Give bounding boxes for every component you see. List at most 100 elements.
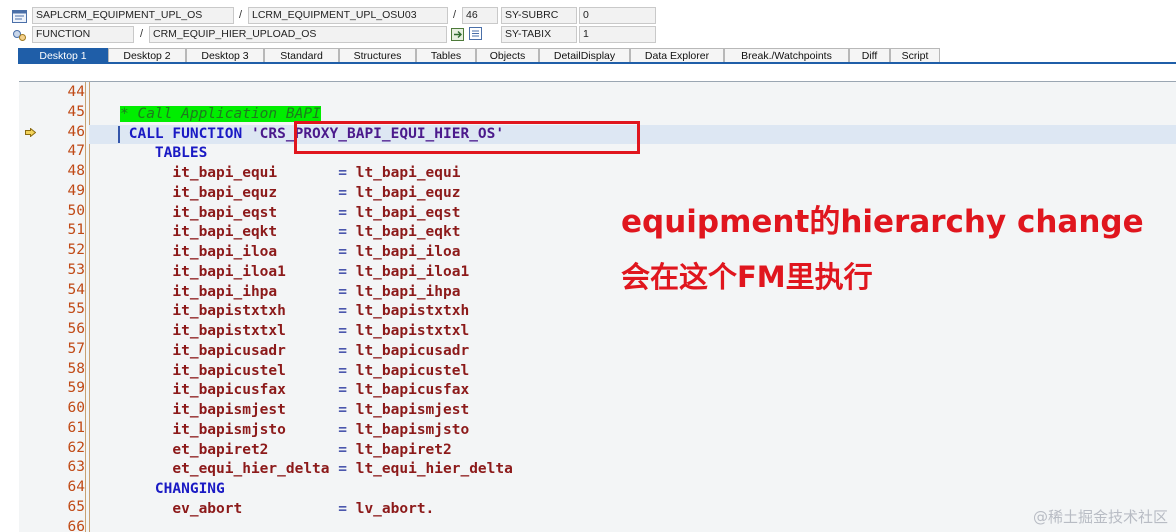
- tab-desktop-3[interactable]: Desktop 3: [186, 48, 264, 63]
- code-token-eq: =: [338, 342, 356, 359]
- code-token-eq: =: [338, 283, 356, 300]
- code-token-var: et_equi_hier_delta: [120, 461, 339, 478]
- code-line[interactable]: [89, 520, 1176, 532]
- code-token-kw: TABLES: [120, 145, 208, 162]
- system-field-name[interactable]: SY-SUBRC: [501, 7, 577, 24]
- system-field-name[interactable]: SY-TABIX: [501, 26, 577, 43]
- code-text: * Call Application BAPI: [120, 105, 321, 124]
- line-number: 44: [67, 84, 85, 100]
- separator-slash: /: [140, 28, 144, 40]
- annotation-line-1: equipment的hierarchy change: [621, 204, 1144, 240]
- current-statement-arrow-icon: [25, 128, 36, 137]
- code-line[interactable]: [89, 480, 1176, 500]
- code-line[interactable]: [89, 85, 1176, 105]
- object-type-field: FUNCTION: [32, 26, 134, 43]
- tab-break-watchpoints[interactable]: Break./Watchpoints: [724, 48, 849, 63]
- current-line-marker: [118, 125, 120, 143]
- code-token-eq: =: [338, 382, 356, 399]
- tab-underline: [18, 62, 1176, 64]
- annotation-line-2: 会在这个FM里执行: [621, 260, 873, 294]
- code-token-var: lt_bapi_iloa1: [355, 263, 470, 280]
- tab-desktop-2[interactable]: Desktop 2: [108, 48, 186, 63]
- separator-slash: /: [453, 9, 457, 21]
- code-text: it_bapi_iloa1 = lt_bapi_iloa1: [120, 263, 469, 282]
- code-text: TABLES: [120, 144, 207, 163]
- code-token-eq: =: [338, 441, 356, 458]
- line-number: 64: [67, 479, 85, 495]
- tab-tables[interactable]: Tables: [416, 48, 476, 63]
- line-number-field: 46: [462, 7, 498, 24]
- code-text: it_bapi_equz = lt_bapi_equz: [120, 184, 460, 203]
- tab-script[interactable]: Script: [890, 48, 940, 63]
- tab-desktop-1[interactable]: Desktop 1: [18, 48, 108, 63]
- breakpoint-gutter[interactable]: [19, 82, 39, 532]
- code-text: it_bapistxtxh = lt_bapistxtxh: [120, 302, 469, 321]
- code-text: it_bapi_eqkt = lt_bapi_eqkt: [120, 223, 460, 242]
- code-token-eq: =: [338, 323, 356, 339]
- line-number: 48: [67, 163, 85, 179]
- code-token-var: it_bapismjsto: [120, 421, 339, 438]
- line-number: 65: [67, 498, 85, 515]
- code-token-var: lt_bapicustel: [355, 362, 470, 379]
- code-text: it_bapi_iloa = lt_bapi_iloa: [120, 243, 460, 262]
- code-token-var: lt_bapi_eqst: [355, 204, 461, 221]
- line-number: 60: [67, 400, 85, 416]
- tab-standard[interactable]: Standard: [264, 48, 339, 63]
- code-token-var: lt_bapi_equz: [355, 184, 461, 201]
- code-text: it_bapi_equi = lt_bapi_equi: [120, 164, 460, 183]
- program-name-field: SAPLCRM_EQUIPMENT_UPL_OS: [32, 7, 234, 24]
- tab-detaildisplay[interactable]: DetailDisplay: [539, 48, 630, 63]
- line-number: 46: [67, 123, 85, 140]
- code-token-var: it_bapi_ihpa: [120, 283, 339, 300]
- code-token-eq: =: [338, 263, 356, 280]
- code-text: it_bapicustel = lt_bapicustel: [120, 362, 469, 381]
- code-token-eq: =: [338, 402, 356, 418]
- tab-structures[interactable]: Structures: [339, 48, 416, 63]
- code-token-var: it_bapi_iloa: [120, 244, 339, 260]
- code-token-var: it_bapi_eqkt: [120, 224, 339, 241]
- code-token-var: lt_bapiret2: [355, 441, 452, 458]
- code-text: CHANGING: [120, 480, 225, 499]
- code-text: it_bapicusfax = lt_bapicusfax: [120, 381, 469, 400]
- tab-diff[interactable]: Diff: [849, 48, 890, 63]
- code-token-var: lt_bapismjsto: [355, 421, 470, 438]
- code-token-var: lt_bapicusadr: [355, 342, 470, 359]
- code-token-kw: CALL FUNCTION: [120, 125, 251, 142]
- separator-slash: /: [239, 9, 243, 21]
- code-token-var: lt_bapi_iloa: [355, 244, 461, 260]
- code-token-var: lt_equi_hier_delta: [355, 461, 513, 478]
- line-number: 49: [67, 182, 85, 199]
- navigate-icon[interactable]: [451, 28, 464, 41]
- code-text: it_bapi_ihpa = lt_bapi_ihpa: [120, 283, 460, 302]
- code-token-var: lt_bapi_equi: [355, 165, 461, 181]
- code-token-eq: =: [338, 165, 356, 181]
- line-number: 61: [67, 419, 85, 436]
- watermark: @稀土掘金技术社区: [1032, 508, 1168, 526]
- code-token-var: ev_abort: [120, 500, 339, 517]
- code-text: it_bapicusadr = lt_bapicusadr: [120, 342, 469, 361]
- line-number: 57: [67, 340, 85, 357]
- system-field-value[interactable]: 1: [579, 26, 656, 43]
- code-token-var: lt_bapi_eqkt: [355, 224, 461, 241]
- code-token-var: lt_bapi_ihpa: [355, 283, 461, 300]
- function-module-icon: [13, 30, 26, 41]
- code-text: it_bapistxtxl = lt_bapistxtxl: [120, 322, 469, 341]
- code-text: et_bapiret2 = lt_bapiret2: [120, 441, 452, 460]
- tab-objects[interactable]: Objects: [476, 48, 539, 63]
- line-number: 55: [67, 301, 85, 318]
- line-number: 63: [67, 459, 85, 476]
- line-number: 54: [67, 281, 85, 298]
- code-text: et_equi_hier_delta = lt_equi_hier_delta: [120, 460, 513, 479]
- details-icon[interactable]: [469, 27, 482, 40]
- tab-data-explorer[interactable]: Data Explorer: [630, 48, 724, 63]
- line-number: 56: [67, 321, 85, 337]
- line-number: 58: [67, 360, 85, 377]
- code-token-var: it_bapistxtxl: [120, 323, 339, 339]
- code-text: it_bapi_eqst = lt_bapi_eqst: [120, 204, 460, 223]
- code-token-eq: =: [338, 421, 356, 438]
- code-token-var: it_bapismjest: [120, 402, 339, 418]
- highlight-box-function-name: [294, 121, 640, 154]
- system-field-value[interactable]: 0: [579, 7, 656, 24]
- code-token-var: it_bapicustel: [120, 362, 339, 379]
- code-text: it_bapismjest = lt_bapismjest: [120, 401, 469, 420]
